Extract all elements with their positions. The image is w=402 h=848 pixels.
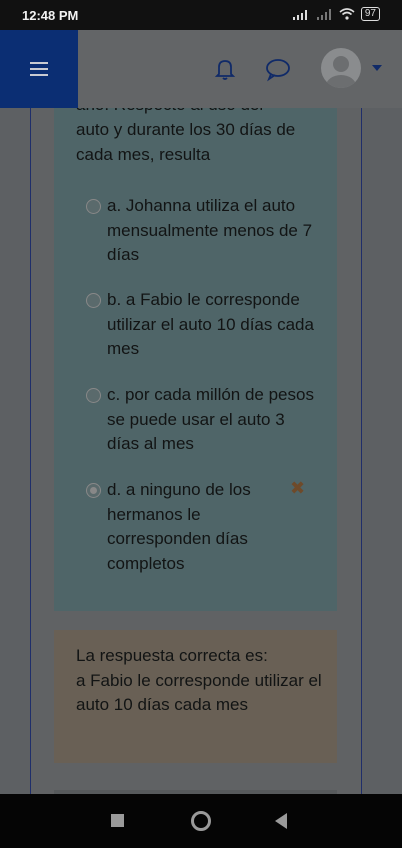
feedback-text: La respuesta correcta es: a Fabio le cor…	[76, 644, 326, 718]
caret-down-icon[interactable]	[372, 65, 382, 71]
menu-button[interactable]	[0, 30, 78, 108]
circle-icon[interactable]	[191, 811, 211, 831]
android-nav-bar	[0, 794, 402, 848]
chat-icon[interactable]	[265, 56, 291, 82]
option-letter: a.	[107, 196, 122, 215]
triangle-back-icon[interactable]	[275, 813, 287, 829]
radio-option-c[interactable]	[86, 388, 101, 403]
option-c[interactable]: c. por cada millón de pesos se puede usa…	[86, 383, 326, 457]
radio-option-a[interactable]	[86, 199, 101, 214]
option-text: por cada millón de pesos se puede usar e…	[107, 385, 314, 453]
status-time: 12:48 PM	[22, 8, 79, 23]
question-text-line: cada mes, resulta	[76, 145, 211, 164]
option-letter: d.	[107, 480, 122, 499]
question-text: año. Respecto al uso del auto y durante …	[76, 108, 326, 167]
option-text: a ninguno de los hermanos le corresponde…	[107, 480, 251, 573]
top-navbar	[0, 30, 402, 108]
bell-icon[interactable]	[212, 56, 238, 82]
avatar[interactable]	[321, 48, 361, 88]
option-text: Johanna utiliza el auto mensualmente men…	[107, 196, 313, 264]
status-bar: 12:48 PM 97	[0, 0, 402, 30]
correct-answer: a Fabio le corresponde utilizar el auto …	[76, 670, 322, 715]
option-b[interactable]: b. a Fabio le corresponde utilizar el au…	[86, 288, 326, 362]
radio-option-b[interactable]	[86, 293, 101, 308]
option-a[interactable]: a. Johanna utiliza el auto mensualmente …	[86, 194, 326, 268]
feedback-label: La respuesta correcta es:	[76, 646, 268, 665]
wifi-icon	[339, 8, 355, 20]
quiz-review-page: año. Respecto al uso del auto y durante …	[0, 108, 402, 794]
status-icons: 97	[292, 7, 380, 21]
signal-icon	[292, 10, 307, 20]
square-icon[interactable]	[111, 814, 124, 827]
option-letter: b.	[107, 290, 122, 309]
user-silhouette-icon	[326, 56, 356, 88]
question-text-line: auto y durante los 30 días de	[76, 120, 296, 139]
option-letter: c.	[107, 385, 121, 404]
radio-option-d[interactable]	[86, 483, 101, 498]
battery-icon: 97	[360, 7, 380, 21]
incorrect-icon: ✖	[290, 478, 306, 498]
question-text-cut-line: año. Respecto al uso del	[76, 108, 326, 117]
option-text: a Fabio le corresponde utilizar el auto …	[107, 290, 314, 358]
signal-weak-icon	[316, 9, 331, 20]
hamburger-icon	[30, 62, 48, 76]
